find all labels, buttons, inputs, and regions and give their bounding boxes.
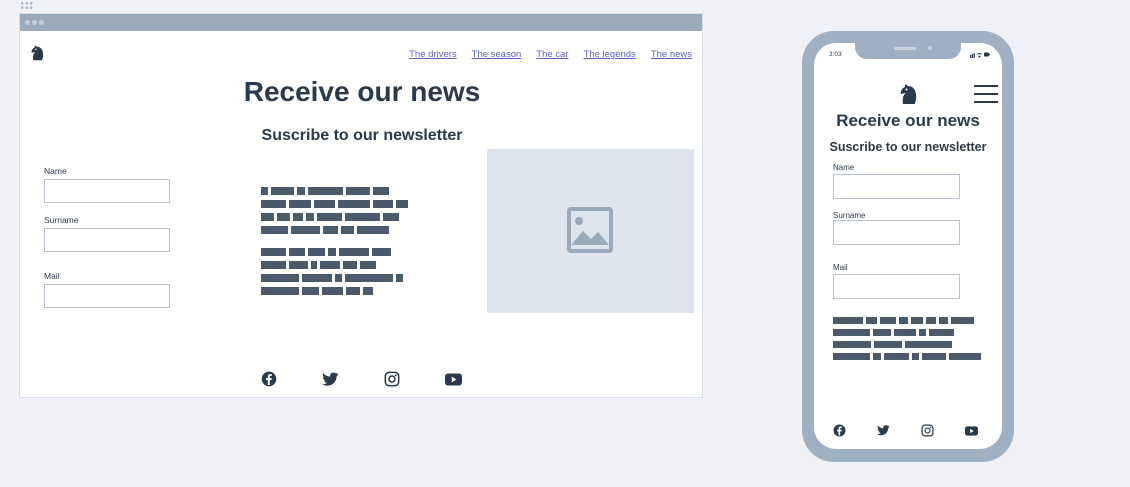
phone-notch <box>855 43 961 59</box>
twitter-icon[interactable] <box>877 425 890 436</box>
mail-field[interactable] <box>44 284 170 308</box>
horse-logo-icon[interactable] <box>896 81 920 105</box>
mail-label: Mail <box>44 271 60 281</box>
name-label: Name <box>833 163 855 172</box>
nav-link-drivers[interactable]: The drivers <box>409 49 457 60</box>
placeholder-paragraph <box>833 317 981 360</box>
instagram-icon[interactable] <box>384 371 400 387</box>
youtube-icon[interactable] <box>445 372 462 386</box>
camera <box>928 46 932 50</box>
status-time: 3:03 <box>829 51 842 58</box>
name-field[interactable] <box>833 174 960 199</box>
nav-link-car[interactable]: The car <box>536 49 568 60</box>
twitter-icon[interactable] <box>322 371 339 387</box>
surname-field[interactable] <box>44 228 170 252</box>
top-navigation: The drivers The season The car The legen… <box>409 49 692 60</box>
window-dot <box>32 20 37 25</box>
name-field[interactable] <box>44 179 170 203</box>
mail-field[interactable] <box>833 274 960 299</box>
mail-label: Mail <box>833 263 848 272</box>
browser-title-bar <box>20 14 702 31</box>
facebook-icon[interactable] <box>261 371 277 387</box>
image-placeholder-icon <box>567 207 613 253</box>
social-links <box>261 371 462 387</box>
page-title: Receive our news <box>243 76 481 107</box>
horse-logo-icon[interactable] <box>28 43 46 61</box>
nav-link-season[interactable]: The season <box>472 49 522 60</box>
image-placeholder <box>487 149 694 313</box>
surname-label: Surname <box>44 215 79 225</box>
window-dot <box>39 20 44 25</box>
speaker <box>894 47 916 50</box>
hamburger-menu-icon[interactable] <box>974 85 998 103</box>
nav-link-legends[interactable]: The legends <box>584 49 636 60</box>
instagram-icon[interactable] <box>921 424 934 437</box>
surname-field[interactable] <box>833 220 960 245</box>
social-links <box>833 424 978 437</box>
page-title: Receive our news <box>836 111 980 130</box>
nav-link-news[interactable]: The news <box>651 49 692 60</box>
page-subtitle: Suscribe to our newsletter <box>829 140 987 154</box>
name-label: Name <box>44 166 67 176</box>
mobile-screen: 3:03 Receive our news Suscribe to our ne… <box>814 43 1002 449</box>
page-subtitle: Suscribe to our newsletter <box>261 127 463 144</box>
desktop-browser-window: The drivers The season The car The legen… <box>19 13 703 398</box>
status-icons <box>970 52 990 58</box>
youtube-icon[interactable] <box>965 425 978 436</box>
surname-label: Surname <box>833 211 866 220</box>
mobile-phone-frame: 3:03 Receive our news Suscribe to our ne… <box>802 31 1014 462</box>
placeholder-paragraph <box>261 187 408 295</box>
drag-grid-handle-icon[interactable] <box>20 1 34 10</box>
facebook-icon[interactable] <box>833 424 846 437</box>
window-dot <box>25 20 30 25</box>
